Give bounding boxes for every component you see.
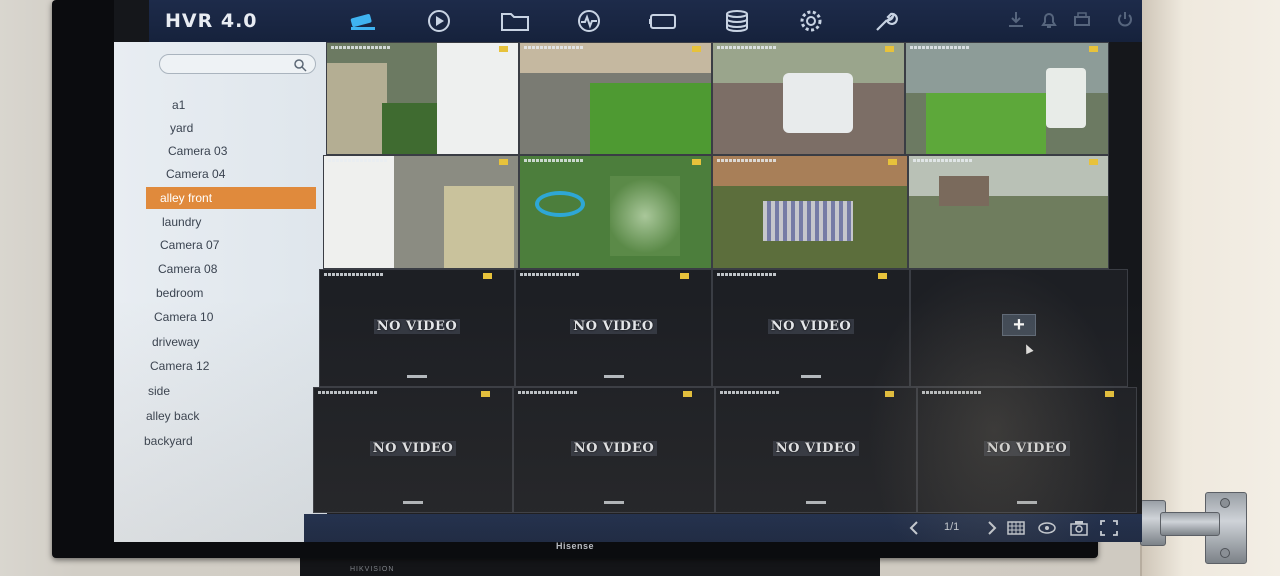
channel-label: Camera 07 bbox=[160, 238, 220, 252]
video-tile-14[interactable]: NO VIDEO bbox=[513, 387, 715, 513]
no-video-label: NO VIDEO bbox=[320, 319, 514, 334]
no-video-label: NO VIDEO bbox=[314, 441, 512, 456]
video-tile-1[interactable] bbox=[326, 42, 519, 155]
stand-brand: HIKVISION bbox=[350, 566, 395, 573]
settings-gear-icon[interactable] bbox=[795, 8, 827, 34]
power-icon[interactable] bbox=[1115, 10, 1135, 30]
view-mode-icon[interactable] bbox=[1037, 519, 1057, 537]
no-video-label: NO VIDEO bbox=[514, 441, 714, 456]
tv-bezel: Hisense HVR 4.0 a1 yard Camera 03 Camera… bbox=[52, 0, 1142, 558]
add-camera-button[interactable]: + bbox=[1002, 314, 1036, 336]
video-grid: NO VIDEO NO VIDEO NO VIDEO + NO VIDEO NO… bbox=[313, 42, 1137, 514]
print-icon[interactable] bbox=[1072, 10, 1092, 30]
channel-label: alley front bbox=[160, 191, 213, 205]
video-tile-5[interactable] bbox=[323, 155, 519, 269]
page-indicator: 1/1 bbox=[944, 521, 960, 533]
channel-label: Camera 03 bbox=[168, 144, 228, 158]
channel-item-camera-08[interactable]: Camera 08 bbox=[154, 258, 304, 280]
channel-label: laundry bbox=[162, 215, 202, 229]
channel-label: Camera 04 bbox=[166, 167, 226, 181]
channel-item-alley-back[interactable]: alley back bbox=[142, 405, 292, 427]
channel-search-input[interactable] bbox=[159, 54, 316, 74]
video-tile-13[interactable]: NO VIDEO bbox=[313, 387, 513, 513]
playback-icon[interactable] bbox=[423, 8, 455, 34]
channel-item-alley-front[interactable]: alley front bbox=[146, 187, 316, 209]
channel-label: bedroom bbox=[156, 286, 204, 300]
search-icon bbox=[294, 59, 307, 72]
channel-label: a1 bbox=[172, 98, 186, 112]
channel-item-bedroom[interactable]: bedroom bbox=[152, 282, 302, 304]
video-tile-4[interactable] bbox=[905, 42, 1109, 155]
smart-analysis-icon[interactable] bbox=[573, 8, 605, 34]
channel-item-camera-07[interactable]: Camera 07 bbox=[156, 234, 306, 256]
no-video-label: NO VIDEO bbox=[713, 319, 909, 334]
top-menu-bar: HVR 4.0 bbox=[149, 0, 1142, 42]
bottom-toolbar: 1/1 bbox=[304, 514, 1142, 542]
channel-item-camera-12[interactable]: Camera 12 bbox=[146, 355, 296, 377]
alarm-bell-icon[interactable] bbox=[1039, 10, 1059, 30]
video-tile-3[interactable] bbox=[712, 42, 905, 155]
video-tile-11[interactable]: NO VIDEO bbox=[712, 269, 910, 387]
video-tile-12[interactable]: + bbox=[910, 269, 1128, 387]
video-tile-2[interactable] bbox=[519, 42, 712, 155]
download-icon[interactable] bbox=[1006, 10, 1026, 30]
channel-item-camera-03[interactable]: Camera 03 bbox=[164, 140, 314, 162]
video-tile-7[interactable] bbox=[712, 155, 908, 269]
channel-label: Camera 08 bbox=[158, 262, 218, 276]
channel-item-a1[interactable]: a1 bbox=[168, 94, 318, 116]
video-tile-15[interactable]: NO VIDEO bbox=[715, 387, 917, 513]
camera-setup-icon[interactable] bbox=[647, 8, 679, 34]
channel-item-driveway[interactable]: driveway bbox=[148, 331, 298, 353]
fullscreen-icon[interactable] bbox=[1099, 519, 1119, 537]
channel-label: driveway bbox=[152, 335, 200, 349]
video-tile-10[interactable]: NO VIDEO bbox=[515, 269, 712, 387]
layout-grid-icon[interactable] bbox=[1006, 519, 1026, 537]
channel-label: yard bbox=[170, 121, 194, 135]
tv-brand-label: Hisense bbox=[555, 541, 595, 551]
channel-item-backyard[interactable]: backyard bbox=[140, 430, 290, 452]
next-page-icon[interactable] bbox=[982, 519, 1002, 537]
maintenance-wrench-icon[interactable] bbox=[869, 8, 901, 34]
nvr-screen: HVR 4.0 a1 yard Camera 03 Camera 04 alle… bbox=[114, 0, 1142, 542]
channel-item-yard[interactable]: yard bbox=[166, 117, 316, 139]
channel-item-laundry[interactable]: laundry bbox=[158, 211, 308, 233]
video-tile-9[interactable]: NO VIDEO bbox=[319, 269, 515, 387]
live-view-icon[interactable] bbox=[347, 8, 379, 34]
files-icon[interactable] bbox=[499, 8, 531, 34]
channel-item-camera-04[interactable]: Camera 04 bbox=[162, 163, 312, 185]
channel-sidebar: a1 yard Camera 03 Camera 04 alley front … bbox=[114, 42, 327, 542]
channel-item-side[interactable]: side bbox=[144, 380, 294, 402]
storage-icon[interactable] bbox=[721, 8, 753, 34]
video-tile-6[interactable] bbox=[519, 155, 712, 269]
previous-page-icon[interactable] bbox=[904, 519, 924, 537]
channel-label: backyard bbox=[144, 434, 193, 448]
video-tile-8[interactable] bbox=[908, 155, 1109, 269]
channel-label: Camera 10 bbox=[154, 310, 214, 324]
camera-capture-icon[interactable] bbox=[1069, 519, 1089, 537]
channel-label: side bbox=[148, 384, 171, 398]
no-video-label: NO VIDEO bbox=[716, 441, 916, 456]
video-tile-16[interactable]: NO VIDEO bbox=[917, 387, 1137, 513]
no-video-label: NO VIDEO bbox=[918, 441, 1136, 456]
channel-label: Camera 12 bbox=[150, 359, 210, 373]
mouse-cursor-icon bbox=[1022, 342, 1034, 355]
channel-label: alley back bbox=[146, 409, 200, 423]
no-video-label: NO VIDEO bbox=[516, 319, 711, 334]
app-logo-title: HVR 4.0 bbox=[165, 10, 258, 32]
channel-item-camera-10[interactable]: Camera 10 bbox=[150, 306, 300, 328]
